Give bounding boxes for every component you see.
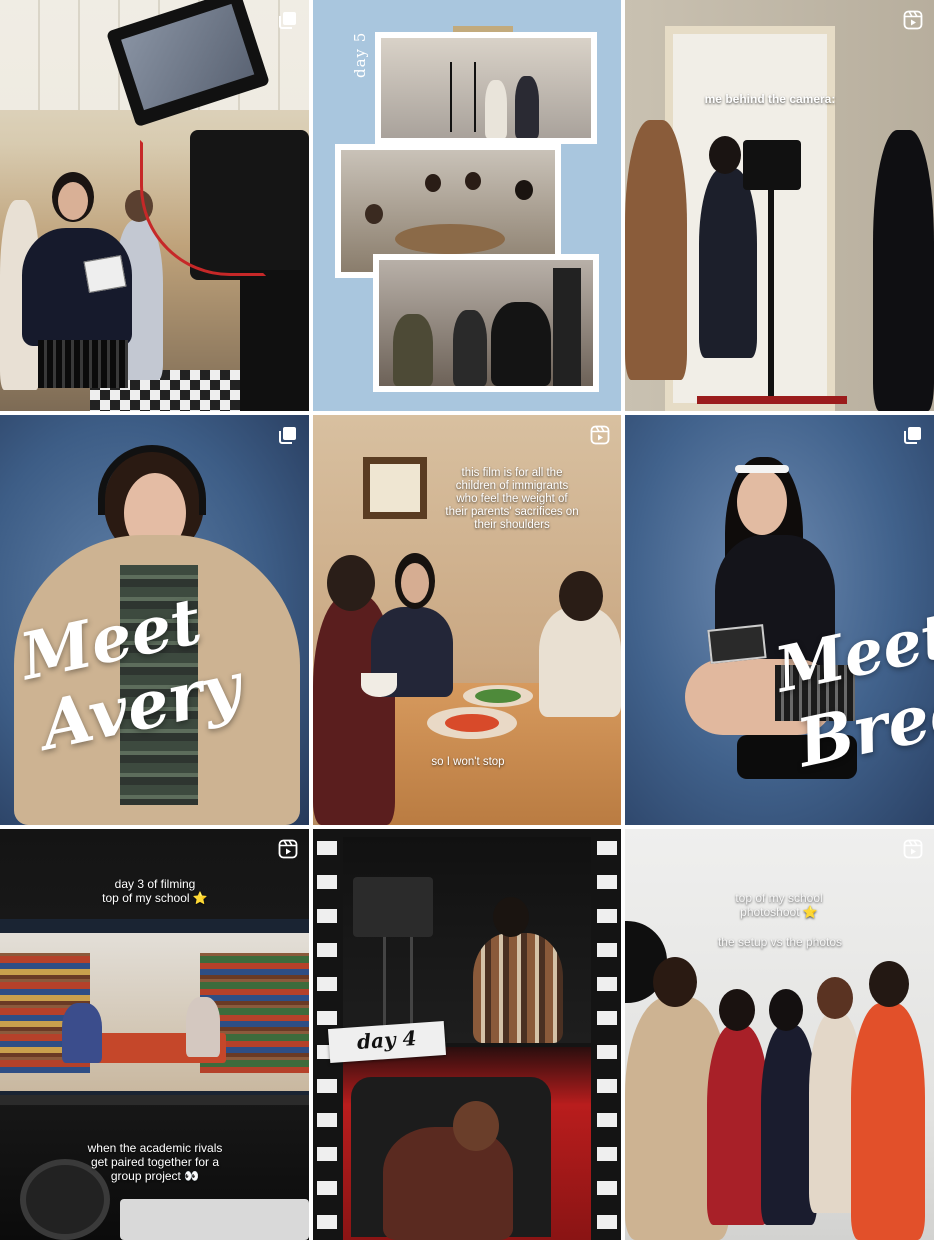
cast-member-5 [851,1003,925,1240]
reel-icon [278,839,298,859]
film-sprockets-right [597,829,617,1240]
tripod [383,937,413,1037]
diner [515,180,533,200]
carousel-icon [278,425,298,445]
camera-operator [699,168,757,358]
figure [515,76,539,138]
camera-rig-body [240,270,309,411]
rice-bowl [361,673,397,697]
notebook [83,254,127,294]
film-frame-2 [343,1047,591,1240]
framed-certificate [363,457,427,519]
carousel-icon [278,10,298,30]
figure [491,302,551,386]
student [186,997,220,1057]
reel-caption-mid: the setup vs the photos [717,935,843,949]
father-head [327,555,375,611]
notebook [707,624,767,664]
post-tile-8[interactable]: day 4 [313,829,621,1240]
reel-icon [590,425,610,445]
reel-caption-top: this film is for all the children of imm… [445,467,579,531]
reel-icon [903,839,923,859]
daughter-face [401,563,429,603]
cast-head [719,989,755,1031]
plate [463,685,533,707]
diner [365,204,383,224]
actor-left [625,120,687,380]
reel-icon [903,10,923,30]
plaid-skirt [38,340,128,388]
figure [453,310,487,386]
day-label: day 5 [351,31,369,78]
actress-face [58,182,88,220]
film-frame-1 [343,837,591,1043]
post-tile-4[interactable]: Meet Avery [0,415,309,825]
reel-caption-top: day 3 of filming top of my school ⭐ [102,877,208,905]
camera-on-stand [743,140,801,190]
profile-post-grid: day 5 me behind the camera: Meet Avery t… [0,0,934,1240]
reel-caption-bottom: when the academic rivals get paired toge… [87,1141,223,1183]
reel-caption: me behind the camera: [704,92,836,106]
actress-in-car [383,1127,513,1240]
bree-face [737,469,787,535]
camera-stand [768,190,774,400]
stand-base [697,396,847,404]
keyboard [120,1199,309,1240]
photographer [473,933,563,1043]
student [62,1003,102,1063]
cast-member-2 [707,1025,769,1225]
carousel-icon [903,425,923,445]
collage-photo-3 [373,254,599,392]
cinema-camera [353,877,433,937]
post-tile-2[interactable]: day 5 [313,0,621,411]
camera-rig [553,268,581,386]
figure [485,80,507,138]
monitor-screen [0,919,309,1105]
tripod [450,62,476,132]
actress-right [873,130,934,411]
post-tile-3[interactable]: me behind the camera: [625,0,934,411]
mother [539,607,621,717]
diner [425,174,441,192]
collage-photo-1 [375,32,597,144]
post-tile-1[interactable] [0,0,309,411]
operator-head [709,136,741,174]
reel-caption-top: top of my school photoshoot ⭐ [735,891,823,919]
day-label: day 4 [356,1025,418,1055]
cast-head [653,957,697,1007]
figure [393,314,433,386]
cast-head [869,961,909,1007]
post-tile-6[interactable]: Meet Bree [625,415,934,825]
dinner-table [395,224,505,254]
diner [465,172,481,190]
photographer-head [493,897,529,937]
actress-head [453,1101,499,1151]
headband [735,465,789,473]
cast-head [769,989,803,1031]
cast-head [817,977,853,1019]
plate [427,707,517,739]
library-frame [0,933,309,1091]
mother-head [559,571,603,621]
post-tile-7[interactable]: day 3 of filming top of my school ⭐ when… [0,829,309,1240]
post-tile-5[interactable]: this film is for all the children of imm… [313,415,621,825]
post-tile-9[interactable]: top of my school photoshoot ⭐ the setup … [625,829,934,1240]
reel-caption-bottom: so I won't stop [431,756,505,768]
